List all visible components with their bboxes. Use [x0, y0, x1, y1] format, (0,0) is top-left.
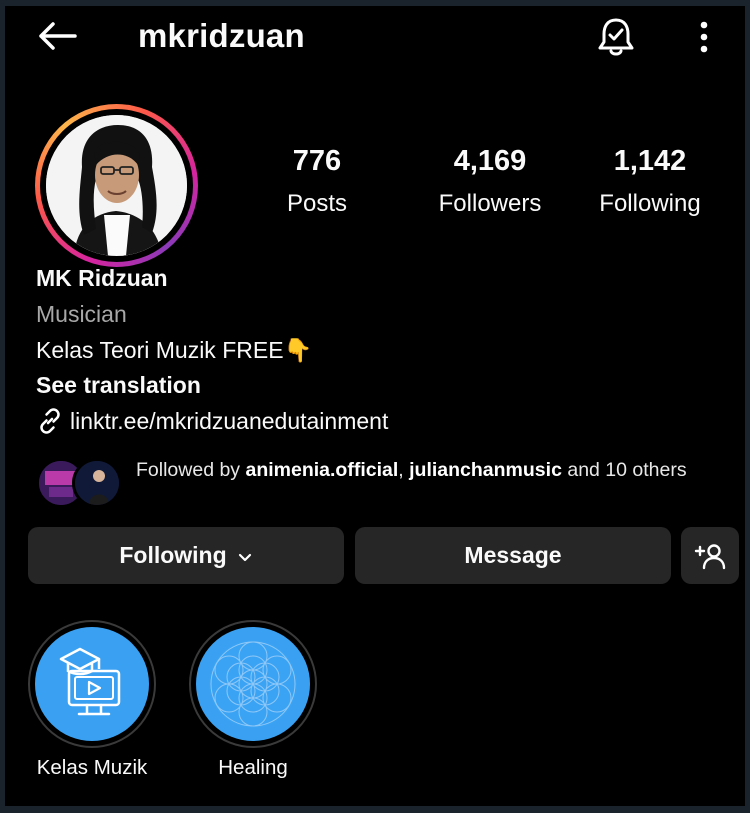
message-button[interactable]: Message: [355, 527, 671, 584]
profile-username: mkridzuan: [138, 17, 305, 54]
link-icon: [40, 408, 60, 434]
display-name: MK Ridzuan: [36, 265, 168, 291]
back-button[interactable]: [35, 16, 79, 56]
posts-count: 776: [292, 145, 342, 177]
back-arrow-icon: [39, 22, 77, 50]
see-translation-link[interactable]: See translation: [36, 372, 201, 399]
profile-category: Musician: [36, 301, 127, 327]
profile-link[interactable]: linktr.ee/mkridzuanedutainment: [36, 407, 388, 435]
profile-link-text: linktr.ee/mkridzuanedutainment: [70, 407, 389, 434]
more-options-button[interactable]: [689, 16, 719, 58]
mutual-user-1[interactable]: animenia.official: [245, 459, 398, 481]
following-label: Following: [599, 190, 701, 217]
notifications-button[interactable]: [595, 16, 637, 58]
following-button[interactable]: Following: [28, 527, 344, 584]
posts-stat: 776 Posts: [267, 145, 367, 218]
profile-avatar[interactable]: [35, 104, 198, 267]
mutual-user-2[interactable]: julianchanmusic: [409, 459, 562, 481]
highlight-label-healing: Healing: [218, 756, 288, 779]
posts-label: Posts: [286, 190, 348, 217]
followed-by-text: Followed by animenia.official, juliancha…: [136, 459, 687, 481]
bio-text: Kelas Teori Muzik FREE👇: [36, 337, 313, 363]
notification-bell-icon: [598, 18, 634, 56]
mutual-avatar-2: [72, 458, 122, 508]
add-person-icon: [694, 543, 726, 569]
highlight-kelas-muzik[interactable]: [28, 620, 156, 748]
top-bar: mkridzuan: [5, 6, 745, 64]
following-stat[interactable]: 1,142 Following: [585, 145, 715, 218]
online-class-icon: [59, 647, 121, 716]
avatar-photo: [46, 115, 187, 256]
followers-label: Followers: [438, 190, 542, 217]
followers-count: 4,169: [453, 145, 527, 177]
following-count: 1,142: [613, 145, 687, 177]
highlight-healing[interactable]: [189, 620, 317, 748]
followers-stat[interactable]: 4,169 Followers: [415, 145, 565, 218]
highlight-label-kelas-muzik: Kelas Muzik: [36, 756, 148, 779]
message-button-label: Message: [464, 542, 562, 568]
more-vertical-icon: [700, 21, 708, 53]
followed-by[interactable]: Followed by animenia.official, juliancha…: [36, 453, 716, 509]
flower-of-life-icon: [209, 640, 297, 728]
following-button-label: Following: [119, 542, 227, 568]
chevron-down-icon: [238, 553, 251, 562]
profile-screen: mkridzuan 776 Posts 4,169 Followers 1,14…: [5, 6, 745, 806]
suggested-accounts-button[interactable]: [681, 527, 739, 584]
